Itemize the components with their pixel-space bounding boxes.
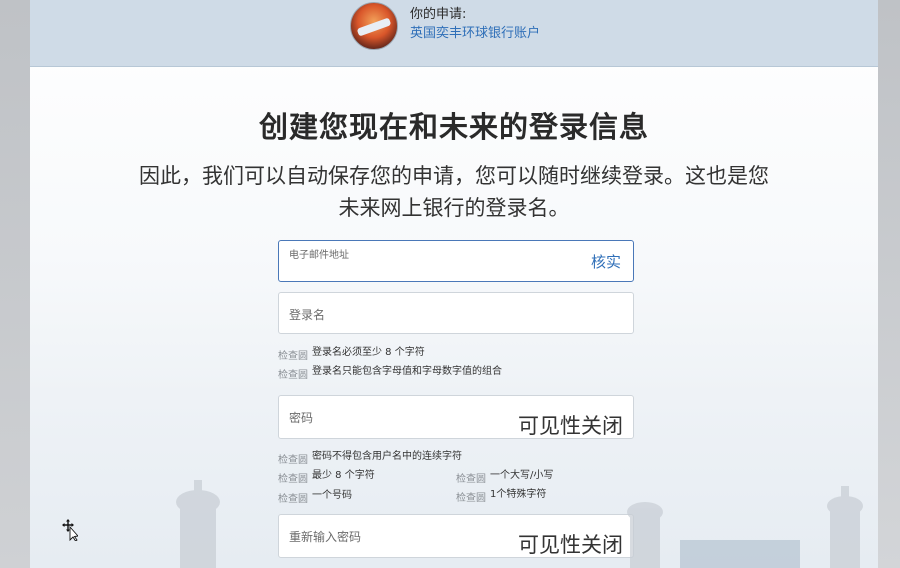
username-field[interactable]: 登录名 (278, 292, 634, 334)
check-circle-icon: 检查圆 (278, 474, 308, 485)
confirm-password-visibility-toggle[interactable]: 可见性关闭 (518, 529, 623, 559)
move-cursor-icon (62, 519, 78, 541)
username-placeholder: 登录名 (289, 308, 326, 322)
application-header: 你的申请: 英国奕丰环球银行账户 (30, 0, 878, 67)
confirm-password-field[interactable]: 重新输入密码 可见性关闭 (278, 514, 634, 558)
check-circle-icon: 检查圆 (278, 370, 308, 381)
password-rule-special: 检查圆 1个特殊字符 (456, 489, 547, 504)
password-placeholder: 密码 (289, 411, 314, 425)
password-rule-number: 检查圆 一个号码 (278, 490, 352, 505)
page-subtitle: 因此，我们可以自动保存您的申请，您可以随时继续登录。这也是您未来网上银行的登录名… (139, 164, 769, 220)
application-page: 你的申请: 英国奕丰环球银行账户 创建您现在和未来的登录信息 因此，我们可以自动… (30, 0, 878, 568)
email-field-label: 电子邮件地址 (289, 250, 349, 261)
check-circle-icon: 检查圆 (278, 494, 308, 505)
password-field[interactable]: 密码 可见性关闭 (278, 395, 634, 439)
check-circle-icon: 检查圆 (278, 351, 308, 362)
username-rule-2: 检查圆 登录名只能包含字母值和字母数字值的组合 (278, 366, 502, 381)
check-circle-icon: 检查圆 (456, 493, 486, 504)
password-visibility-toggle[interactable]: 可见性关闭 (518, 410, 623, 440)
password-rule-min-length: 检查圆 最少 8 个字符 (278, 470, 375, 485)
page-title: 创建您现在和未来的登录信息 (258, 110, 649, 144)
check-circle-icon: 检查圆 (456, 474, 486, 485)
application-label: 你的申请: (410, 7, 467, 22)
left-margin (0, 0, 30, 568)
password-rule-consecutive: 检查圆 密码不得包含用户名中的连续字符 (278, 451, 462, 466)
confirm-password-placeholder: 重新输入密码 (289, 530, 362, 544)
email-field[interactable]: 电子邮件地址 核实 (278, 240, 634, 282)
check-circle-icon: 检查圆 (278, 455, 308, 466)
password-rule-case: 检查圆 一个大写/小写 (456, 470, 554, 485)
right-margin (876, 0, 900, 568)
username-rule-1: 检查圆 登录名必须至少 8 个字符 (278, 347, 425, 362)
product-image (350, 2, 398, 50)
application-product-link[interactable]: 英国奕丰环球银行账户 (410, 22, 540, 41)
verify-button[interactable]: 核实 (591, 251, 621, 272)
